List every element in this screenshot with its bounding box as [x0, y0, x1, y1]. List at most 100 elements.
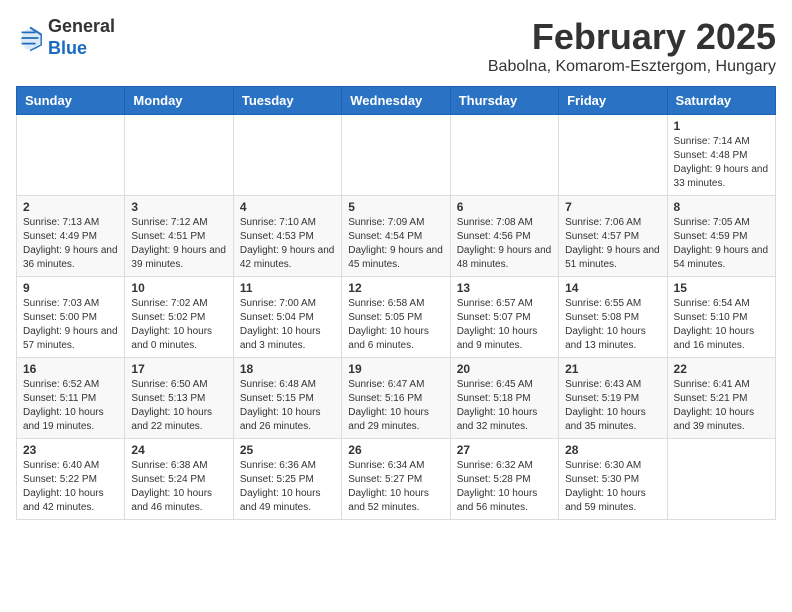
calendar-cell: 12 Sunrise: 6:58 AM Sunset: 5:05 PM Dayli…	[342, 277, 450, 358]
day-number: 15	[674, 281, 769, 295]
day-info: Sunrise: 6:58 AM Sunset: 5:05 PM Dayligh…	[348, 297, 443, 353]
day-number: 16	[23, 362, 118, 376]
calendar-cell: 11 Sunrise: 7:00 AM Sunset: 5:04 PM Dayli…	[233, 277, 341, 358]
day-number: 26	[348, 443, 443, 457]
calendar-cell: 18Sunrise: 6:48 AM Sunset: 5:15 PM Dayli…	[233, 358, 341, 439]
calendar-header-row: SundayMondayTuesdayWednesdayThursdayFrid…	[17, 87, 776, 115]
day-info: Sunrise: 6:52 AM Sunset: 5:11 PM Dayligh…	[23, 378, 118, 434]
day-info: Sunrise: 7:13 AM Sunset: 4:49 PM Dayligh…	[23, 216, 118, 272]
day-info: Sunrise: 6:30 AM Sunset: 5:30 PM Dayligh…	[565, 459, 660, 515]
calendar-cell: 28 Sunrise: 6:30 AM Sunset: 5:30 PM Dayli…	[559, 439, 667, 520]
calendar-cell: 20 Sunrise: 6:45 AM Sunset: 5:18 PM Dayli…	[450, 358, 558, 439]
day-number: 24	[131, 443, 226, 457]
day-info: Sunrise: 7:08 AM Sunset: 4:56 PM Dayligh…	[457, 216, 552, 272]
day-number: 3	[131, 200, 226, 214]
day-info: Sunrise: 6:36 AM Sunset: 5:25 PM Dayligh…	[240, 459, 335, 515]
day-info: Sunrise: 6:48 AM Sunset: 5:15 PM Dayligh…	[240, 378, 335, 434]
day-number: 5	[348, 200, 443, 214]
day-info: Sunrise: 6:50 AM Sunset: 5:13 PM Dayligh…	[131, 378, 226, 434]
day-number: 17	[131, 362, 226, 376]
day-info: Sunrise: 7:00 AM Sunset: 5:04 PM Dayligh…	[240, 297, 335, 353]
day-number: 6	[457, 200, 552, 214]
day-info: Sunrise: 7:14 AM Sunset: 4:48 PM Dayligh…	[674, 135, 769, 191]
day-info: Sunrise: 7:03 AM Sunset: 5:00 PM Dayligh…	[23, 297, 118, 353]
day-info: Sunrise: 6:45 AM Sunset: 5:18 PM Dayligh…	[457, 378, 552, 434]
calendar-cell: 7 Sunrise: 7:06 AM Sunset: 4:57 PM Daylig…	[559, 196, 667, 277]
day-info: Sunrise: 7:10 AM Sunset: 4:53 PM Dayligh…	[240, 216, 335, 272]
day-info: Sunrise: 6:40 AM Sunset: 5:22 PM Dayligh…	[23, 459, 118, 515]
day-number: 4	[240, 200, 335, 214]
day-number: 19	[348, 362, 443, 376]
calendar-cell	[125, 115, 233, 196]
logo-text: General Blue	[48, 16, 115, 59]
calendar-cell: 19Sunrise: 6:47 AM Sunset: 5:16 PM Dayli…	[342, 358, 450, 439]
day-number: 7	[565, 200, 660, 214]
calendar-cell	[17, 115, 125, 196]
day-info: Sunrise: 6:32 AM Sunset: 5:28 PM Dayligh…	[457, 459, 552, 515]
day-info: Sunrise: 6:54 AM Sunset: 5:10 PM Dayligh…	[674, 297, 769, 353]
calendar-cell: 4 Sunrise: 7:10 AM Sunset: 4:53 PM Daylig…	[233, 196, 341, 277]
day-number: 2	[23, 200, 118, 214]
logo-icon	[16, 24, 44, 52]
day-info: Sunrise: 6:34 AM Sunset: 5:27 PM Dayligh…	[348, 459, 443, 515]
calendar-cell: 17 Sunrise: 6:50 AM Sunset: 5:13 PM Dayli…	[125, 358, 233, 439]
calendar-week-row: 16 Sunrise: 6:52 AM Sunset: 5:11 PM Dayli…	[17, 358, 776, 439]
calendar-cell: 22 Sunrise: 6:41 AM Sunset: 5:21 PM Dayli…	[667, 358, 775, 439]
weekday-header: Wednesday	[342, 87, 450, 115]
calendar-week-row: 2 Sunrise: 7:13 AM Sunset: 4:49 PM Daylig…	[17, 196, 776, 277]
day-info: Sunrise: 6:38 AM Sunset: 5:24 PM Dayligh…	[131, 459, 226, 515]
day-number: 21	[565, 362, 660, 376]
calendar-cell: 5 Sunrise: 7:09 AM Sunset: 4:54 PM Daylig…	[342, 196, 450, 277]
calendar-cell: 21Sunrise: 6:43 AM Sunset: 5:19 PM Dayli…	[559, 358, 667, 439]
day-info: Sunrise: 7:06 AM Sunset: 4:57 PM Dayligh…	[565, 216, 660, 272]
calendar-cell: 14 Sunrise: 6:55 AM Sunset: 5:08 PM Dayli…	[559, 277, 667, 358]
day-number: 14	[565, 281, 660, 295]
calendar-cell: 25 Sunrise: 6:36 AM Sunset: 5:25 PM Dayli…	[233, 439, 341, 520]
day-info: Sunrise: 6:41 AM Sunset: 5:21 PM Dayligh…	[674, 378, 769, 434]
calendar-cell: 23Sunrise: 6:40 AM Sunset: 5:22 PM Dayli…	[17, 439, 125, 520]
day-number: 27	[457, 443, 552, 457]
calendar-cell	[559, 115, 667, 196]
day-number: 25	[240, 443, 335, 457]
calendar-cell: 2 Sunrise: 7:13 AM Sunset: 4:49 PM Daylig…	[17, 196, 125, 277]
day-number: 8	[674, 200, 769, 214]
calendar-cell: 16 Sunrise: 6:52 AM Sunset: 5:11 PM Dayli…	[17, 358, 125, 439]
day-number: 12	[348, 281, 443, 295]
day-number: 11	[240, 281, 335, 295]
calendar-cell: 24 Sunrise: 6:38 AM Sunset: 5:24 PM Dayli…	[125, 439, 233, 520]
weekday-header: Sunday	[17, 87, 125, 115]
calendar-cell	[667, 439, 775, 520]
page-header: General Blue February 2025 Babolna, Koma…	[16, 16, 776, 76]
day-info: Sunrise: 6:57 AM Sunset: 5:07 PM Dayligh…	[457, 297, 552, 353]
day-number: 20	[457, 362, 552, 376]
day-number: 28	[565, 443, 660, 457]
calendar-cell	[342, 115, 450, 196]
calendar-cell	[233, 115, 341, 196]
day-number: 10	[131, 281, 226, 295]
calendar-cell: 1 Sunrise: 7:14 AM Sunset: 4:48 PM Daylig…	[667, 115, 775, 196]
calendar-cell: 26 Sunrise: 6:34 AM Sunset: 5:27 PM Dayli…	[342, 439, 450, 520]
calendar-cell: 13Sunrise: 6:57 AM Sunset: 5:07 PM Dayli…	[450, 277, 558, 358]
weekday-header: Friday	[559, 87, 667, 115]
calendar-week-row: 1 Sunrise: 7:14 AM Sunset: 4:48 PM Daylig…	[17, 115, 776, 196]
calendar-cell: 27 Sunrise: 6:32 AM Sunset: 5:28 PM Dayli…	[450, 439, 558, 520]
weekday-header: Saturday	[667, 87, 775, 115]
calendar-week-row: 9 Sunrise: 7:03 AM Sunset: 5:00 PM Daylig…	[17, 277, 776, 358]
calendar-table: SundayMondayTuesdayWednesdayThursdayFrid…	[16, 86, 776, 520]
weekday-header: Thursday	[450, 87, 558, 115]
day-number: 22	[674, 362, 769, 376]
calendar-cell: 6 Sunrise: 7:08 AM Sunset: 4:56 PM Daylig…	[450, 196, 558, 277]
day-info: Sunrise: 6:55 AM Sunset: 5:08 PM Dayligh…	[565, 297, 660, 353]
calendar-title: February 2025	[488, 16, 776, 58]
day-info: Sunrise: 7:05 AM Sunset: 4:59 PM Dayligh…	[674, 216, 769, 272]
day-info: Sunrise: 7:09 AM Sunset: 4:54 PM Dayligh…	[348, 216, 443, 272]
calendar-cell: 3Sunrise: 7:12 AM Sunset: 4:51 PM Daylig…	[125, 196, 233, 277]
title-section: February 2025 Babolna, Komarom-Esztergom…	[488, 16, 776, 76]
day-number: 9	[23, 281, 118, 295]
calendar-cell	[450, 115, 558, 196]
calendar-week-row: 23Sunrise: 6:40 AM Sunset: 5:22 PM Dayli…	[17, 439, 776, 520]
calendar-cell: 8 Sunrise: 7:05 AM Sunset: 4:59 PM Daylig…	[667, 196, 775, 277]
day-number: 1	[674, 119, 769, 133]
weekday-header: Monday	[125, 87, 233, 115]
weekday-header: Tuesday	[233, 87, 341, 115]
